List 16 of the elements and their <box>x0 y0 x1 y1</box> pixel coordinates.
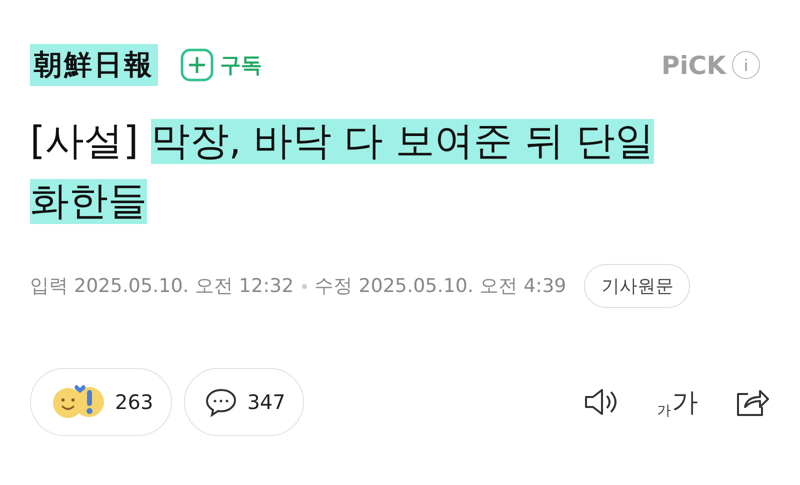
emoji-reaction-icon <box>51 384 105 420</box>
comment-button[interactable]: 347 <box>184 368 304 436</box>
title-tag: [사설] <box>30 119 138 164</box>
speaker-icon <box>583 387 619 417</box>
original-article-button[interactable]: 기사원문 <box>584 264 690 308</box>
modified-label: 수정 <box>314 274 353 299</box>
text-to-speech-button[interactable] <box>583 387 619 417</box>
pick-label: PiCK <box>661 50 726 80</box>
published-label: 입력 <box>30 274 68 299</box>
modified-time: 2025.05.10. 오전 4:39 <box>358 274 566 299</box>
comment-icon <box>205 387 238 417</box>
published-time: 2025.05.10. 오전 12:32 <box>74 274 294 299</box>
plus-icon <box>180 48 214 82</box>
newspaper-logo: 朝鮮日報 <box>30 44 158 86</box>
separator-dot <box>302 284 307 288</box>
reaction-button[interactable]: 263 <box>30 368 172 436</box>
